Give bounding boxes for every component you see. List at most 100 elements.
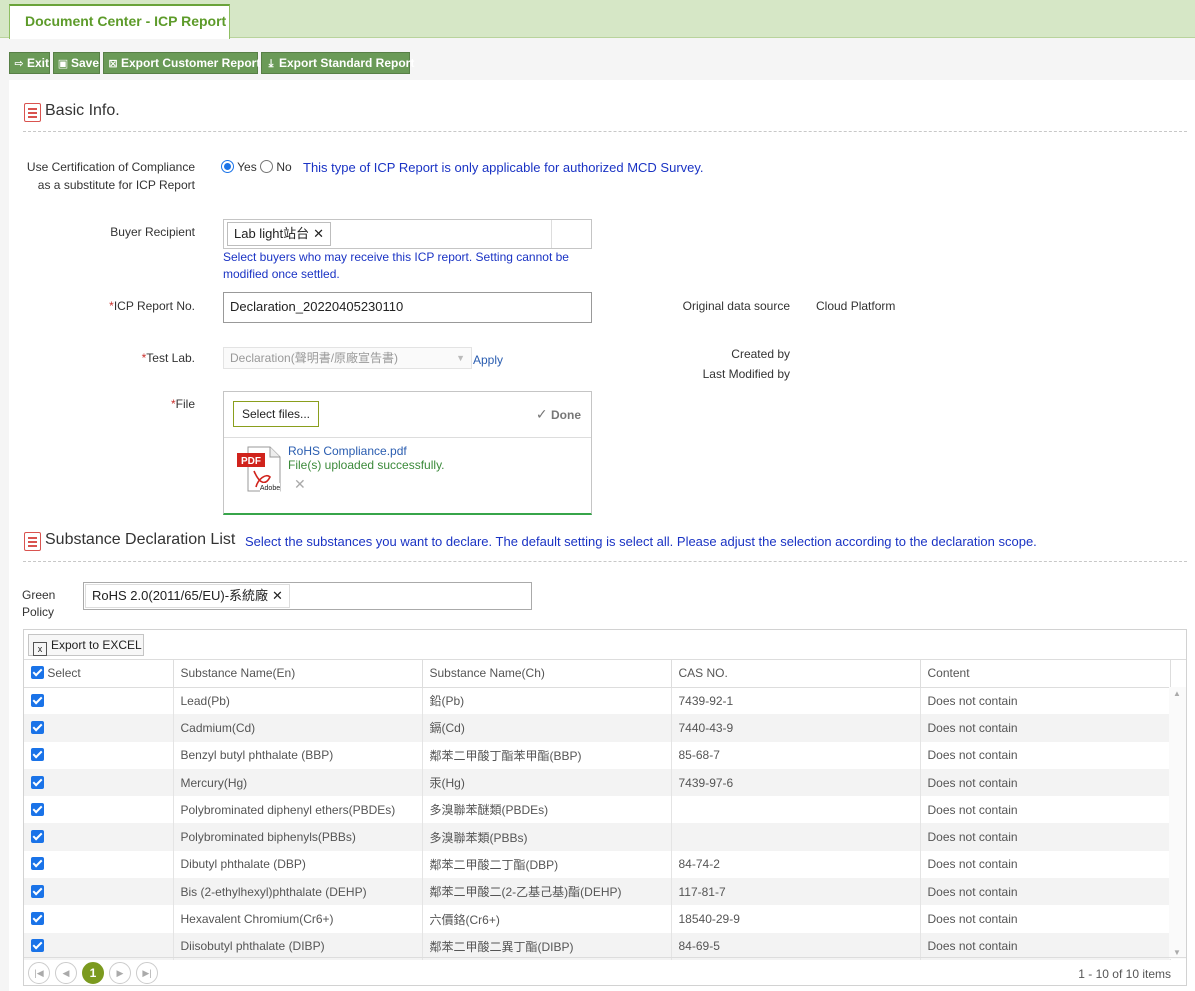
select-cell bbox=[24, 741, 174, 769]
cas-no-cell: 18540-29-9 bbox=[671, 905, 921, 933]
column-header-content[interactable]: Content bbox=[920, 660, 1171, 688]
vertical-scrollbar[interactable]: ▲ ▼ bbox=[1169, 687, 1186, 959]
list-icon bbox=[24, 103, 41, 122]
green-policy-multiselect[interactable]: RoHS 2.0(2011/65/EU)-系統廠 ✕ bbox=[83, 582, 532, 610]
last-modified-label: Last Modified by bbox=[702, 367, 790, 381]
cas-no-cell: 84-69-5 bbox=[671, 932, 921, 960]
row-checkbox[interactable] bbox=[31, 857, 44, 871]
row-checkbox[interactable] bbox=[31, 939, 44, 953]
save-button[interactable]: ▣ Save bbox=[53, 52, 100, 74]
substance-name-ch-cell: 鉛(Pb) bbox=[422, 687, 672, 715]
row-checkbox[interactable] bbox=[31, 720, 44, 734]
substance-name-en-cell: Dibutyl phthalate (DBP) bbox=[173, 850, 423, 879]
remove-icon[interactable]: ✕ bbox=[313, 226, 324, 241]
policy-chip[interactable]: RoHS 2.0(2011/65/EU)-系統廠 ✕ bbox=[85, 584, 290, 608]
table-row[interactable]: Hexavalent Chromium(Cr6+) 六價鉻(Cr6+) 18540-… bbox=[24, 905, 1171, 933]
table-row[interactable]: Diisobutyl phthalate (DIBP) 鄰苯二甲酸二異丁酯(DIB… bbox=[24, 932, 1171, 960]
table-row[interactable]: Dibutyl phthalate (DBP) 鄰苯二甲酸二丁酯(DBP) 84-7… bbox=[24, 850, 1171, 879]
column-header-name-en[interactable]: Substance Name(En) bbox=[173, 660, 423, 688]
last-page-button[interactable]: ▶| bbox=[136, 962, 158, 984]
cas-no-cell: 7439-97-6 bbox=[671, 768, 921, 797]
row-checkbox[interactable] bbox=[31, 748, 44, 762]
page-info: 1 - 10 of 10 items bbox=[1078, 967, 1171, 981]
table-row[interactable]: Polybrominated diphenyl ethers(PBDEs) 多溴聯… bbox=[24, 796, 1171, 824]
exit-button[interactable]: ⇨ Exit bbox=[9, 52, 50, 74]
yes-radio[interactable] bbox=[221, 160, 234, 173]
select-files-button[interactable]: Select files... bbox=[233, 401, 319, 427]
export-excel-button[interactable]: x Export to EXCEL bbox=[28, 634, 144, 656]
content-cell: Does not contain bbox=[920, 741, 1171, 769]
row-checkbox[interactable] bbox=[31, 802, 44, 816]
row-checkbox[interactable] bbox=[31, 830, 44, 844]
substance-name-ch-cell: 六價鉻(Cr6+) bbox=[422, 905, 672, 933]
file-name[interactable]: RoHS Compliance.pdf bbox=[288, 444, 407, 458]
test-lab-select[interactable]: Declaration(聲明書/原廠宣告書) ▼ bbox=[223, 347, 472, 369]
table-row[interactable]: Polybrominated biphenyls(PBBs) 多溴聯苯類(PBBs… bbox=[24, 823, 1171, 851]
download-icon: ⤓ bbox=[268, 58, 274, 70]
first-page-button[interactable]: |◀ bbox=[28, 962, 50, 984]
apply-link[interactable]: Apply bbox=[473, 353, 503, 367]
select-cell bbox=[24, 823, 174, 851]
table-row[interactable]: Bis (2-ethylhexyl)phthalate (DEHP) 鄰苯二甲酸二… bbox=[24, 878, 1171, 906]
exit-icon: ⇨ bbox=[14, 58, 24, 70]
substance-name-ch-cell: 汞(Hg) bbox=[422, 768, 672, 797]
table-row[interactable]: Cadmium(Cd) 鎘(Cd) 7440-43-9 Does not contai… bbox=[24, 714, 1171, 742]
scroll-down-icon[interactable]: ▼ bbox=[1173, 948, 1181, 957]
remove-file-icon[interactable]: ✕ bbox=[294, 476, 306, 493]
select-cell bbox=[24, 687, 174, 715]
column-header-cas[interactable]: CAS NO. bbox=[671, 660, 921, 688]
cas-no-cell: 7440-43-9 bbox=[671, 714, 921, 742]
substance-name-ch-cell: 鄰苯二甲酸丁酯苯甲酯(BBP) bbox=[422, 741, 672, 769]
buyer-recipient-multiselect[interactable]: Lab light站台 ✕ bbox=[223, 219, 592, 249]
substance-name-en-cell: Cadmium(Cd) bbox=[173, 714, 423, 742]
row-checkbox[interactable] bbox=[31, 884, 44, 898]
main-panel: Basic Info. Use Certification of Complia… bbox=[9, 80, 1195, 991]
divider bbox=[224, 437, 591, 438]
content-cell: Does not contain bbox=[920, 796, 1171, 824]
select-all-checkbox[interactable] bbox=[31, 666, 44, 680]
file-upload: Select files... ✓ Done PDF Adobe RoHS Co… bbox=[223, 391, 592, 515]
row-checkbox[interactable] bbox=[31, 693, 44, 707]
column-header-select[interactable]: Select bbox=[24, 660, 174, 688]
report-no-label: *ICP Report No. bbox=[109, 299, 195, 313]
export-customer-report-button[interactable]: ⊠ Export Customer Report bbox=[103, 52, 260, 74]
created-by-label: Created by bbox=[731, 347, 790, 361]
substance-name-en-cell: Polybrominated diphenyl ethers(PBDEs) bbox=[173, 796, 423, 824]
substance-grid: x Export to EXCEL Select Substance Name(E… bbox=[23, 629, 1187, 986]
buyer-note: Select buyers who may receive this ICP r… bbox=[223, 250, 569, 281]
cas-no-cell bbox=[671, 823, 921, 851]
scroll-up-icon[interactable]: ▲ bbox=[1173, 689, 1181, 698]
remove-icon[interactable]: ✕ bbox=[272, 588, 283, 603]
table-row[interactable]: Benzyl butyl phthalate (BBP) 鄰苯二甲酸丁酯苯甲酯(B… bbox=[24, 741, 1171, 769]
report-no-input[interactable]: Declaration_20220405230110 bbox=[223, 292, 592, 323]
buyer-chip[interactable]: Lab light站台 ✕ bbox=[227, 222, 332, 246]
content-cell: Does not contain bbox=[920, 714, 1171, 742]
cas-no-cell: 7439-92-1 bbox=[671, 687, 921, 715]
select-cell bbox=[24, 714, 174, 742]
prev-page-button[interactable]: ◀ bbox=[55, 962, 77, 984]
row-checkbox[interactable] bbox=[31, 775, 44, 789]
substance-name-en-cell: Bis (2-ethylhexyl)phthalate (DEHP) bbox=[173, 878, 423, 906]
select-cell bbox=[24, 932, 174, 960]
substance-name-ch-cell: 多溴聯苯醚類(PBDEs) bbox=[422, 796, 672, 824]
substance-name-en-cell: Mercury(Hg) bbox=[173, 768, 423, 797]
table-row[interactable]: Mercury(Hg) 汞(Hg) 7439-97-6 Does not contai… bbox=[24, 768, 1171, 797]
no-radio[interactable] bbox=[260, 160, 274, 173]
export-standard-report-button[interactable]: ⤓ Export Standard Report bbox=[261, 52, 414, 74]
table-row[interactable]: Lead(Pb) 鉛(Pb) 7439-92-1 Does not contain bbox=[24, 687, 1171, 715]
current-page-button[interactable]: 1 bbox=[82, 962, 104, 984]
next-page-button[interactable]: ▶ bbox=[109, 962, 131, 984]
file-status: File(s) uploaded successfully. bbox=[288, 458, 445, 472]
column-header-name-ch[interactable]: Substance Name(Ch) bbox=[422, 660, 672, 688]
substance-table: Select Substance Name(En) Substance Name… bbox=[24, 660, 1171, 960]
tab-document-center[interactable]: Document Center - ICP Report bbox=[9, 4, 230, 39]
original-source-value: Cloud Platform bbox=[816, 299, 896, 313]
buyer-recipient-label: Buyer Recipient bbox=[110, 225, 195, 239]
pager: |◀ ◀ 1 ▶ ▶| 1 - 10 of 10 items bbox=[24, 957, 1186, 985]
coc-radio-group: Yes No bbox=[221, 160, 292, 174]
cas-no-cell bbox=[671, 796, 921, 824]
file-label: *File bbox=[170, 397, 195, 411]
row-checkbox[interactable] bbox=[31, 912, 44, 926]
table-header: Select Substance Name(En) Substance Name… bbox=[24, 660, 1171, 688]
svg-text:PDF: PDF bbox=[241, 456, 261, 467]
